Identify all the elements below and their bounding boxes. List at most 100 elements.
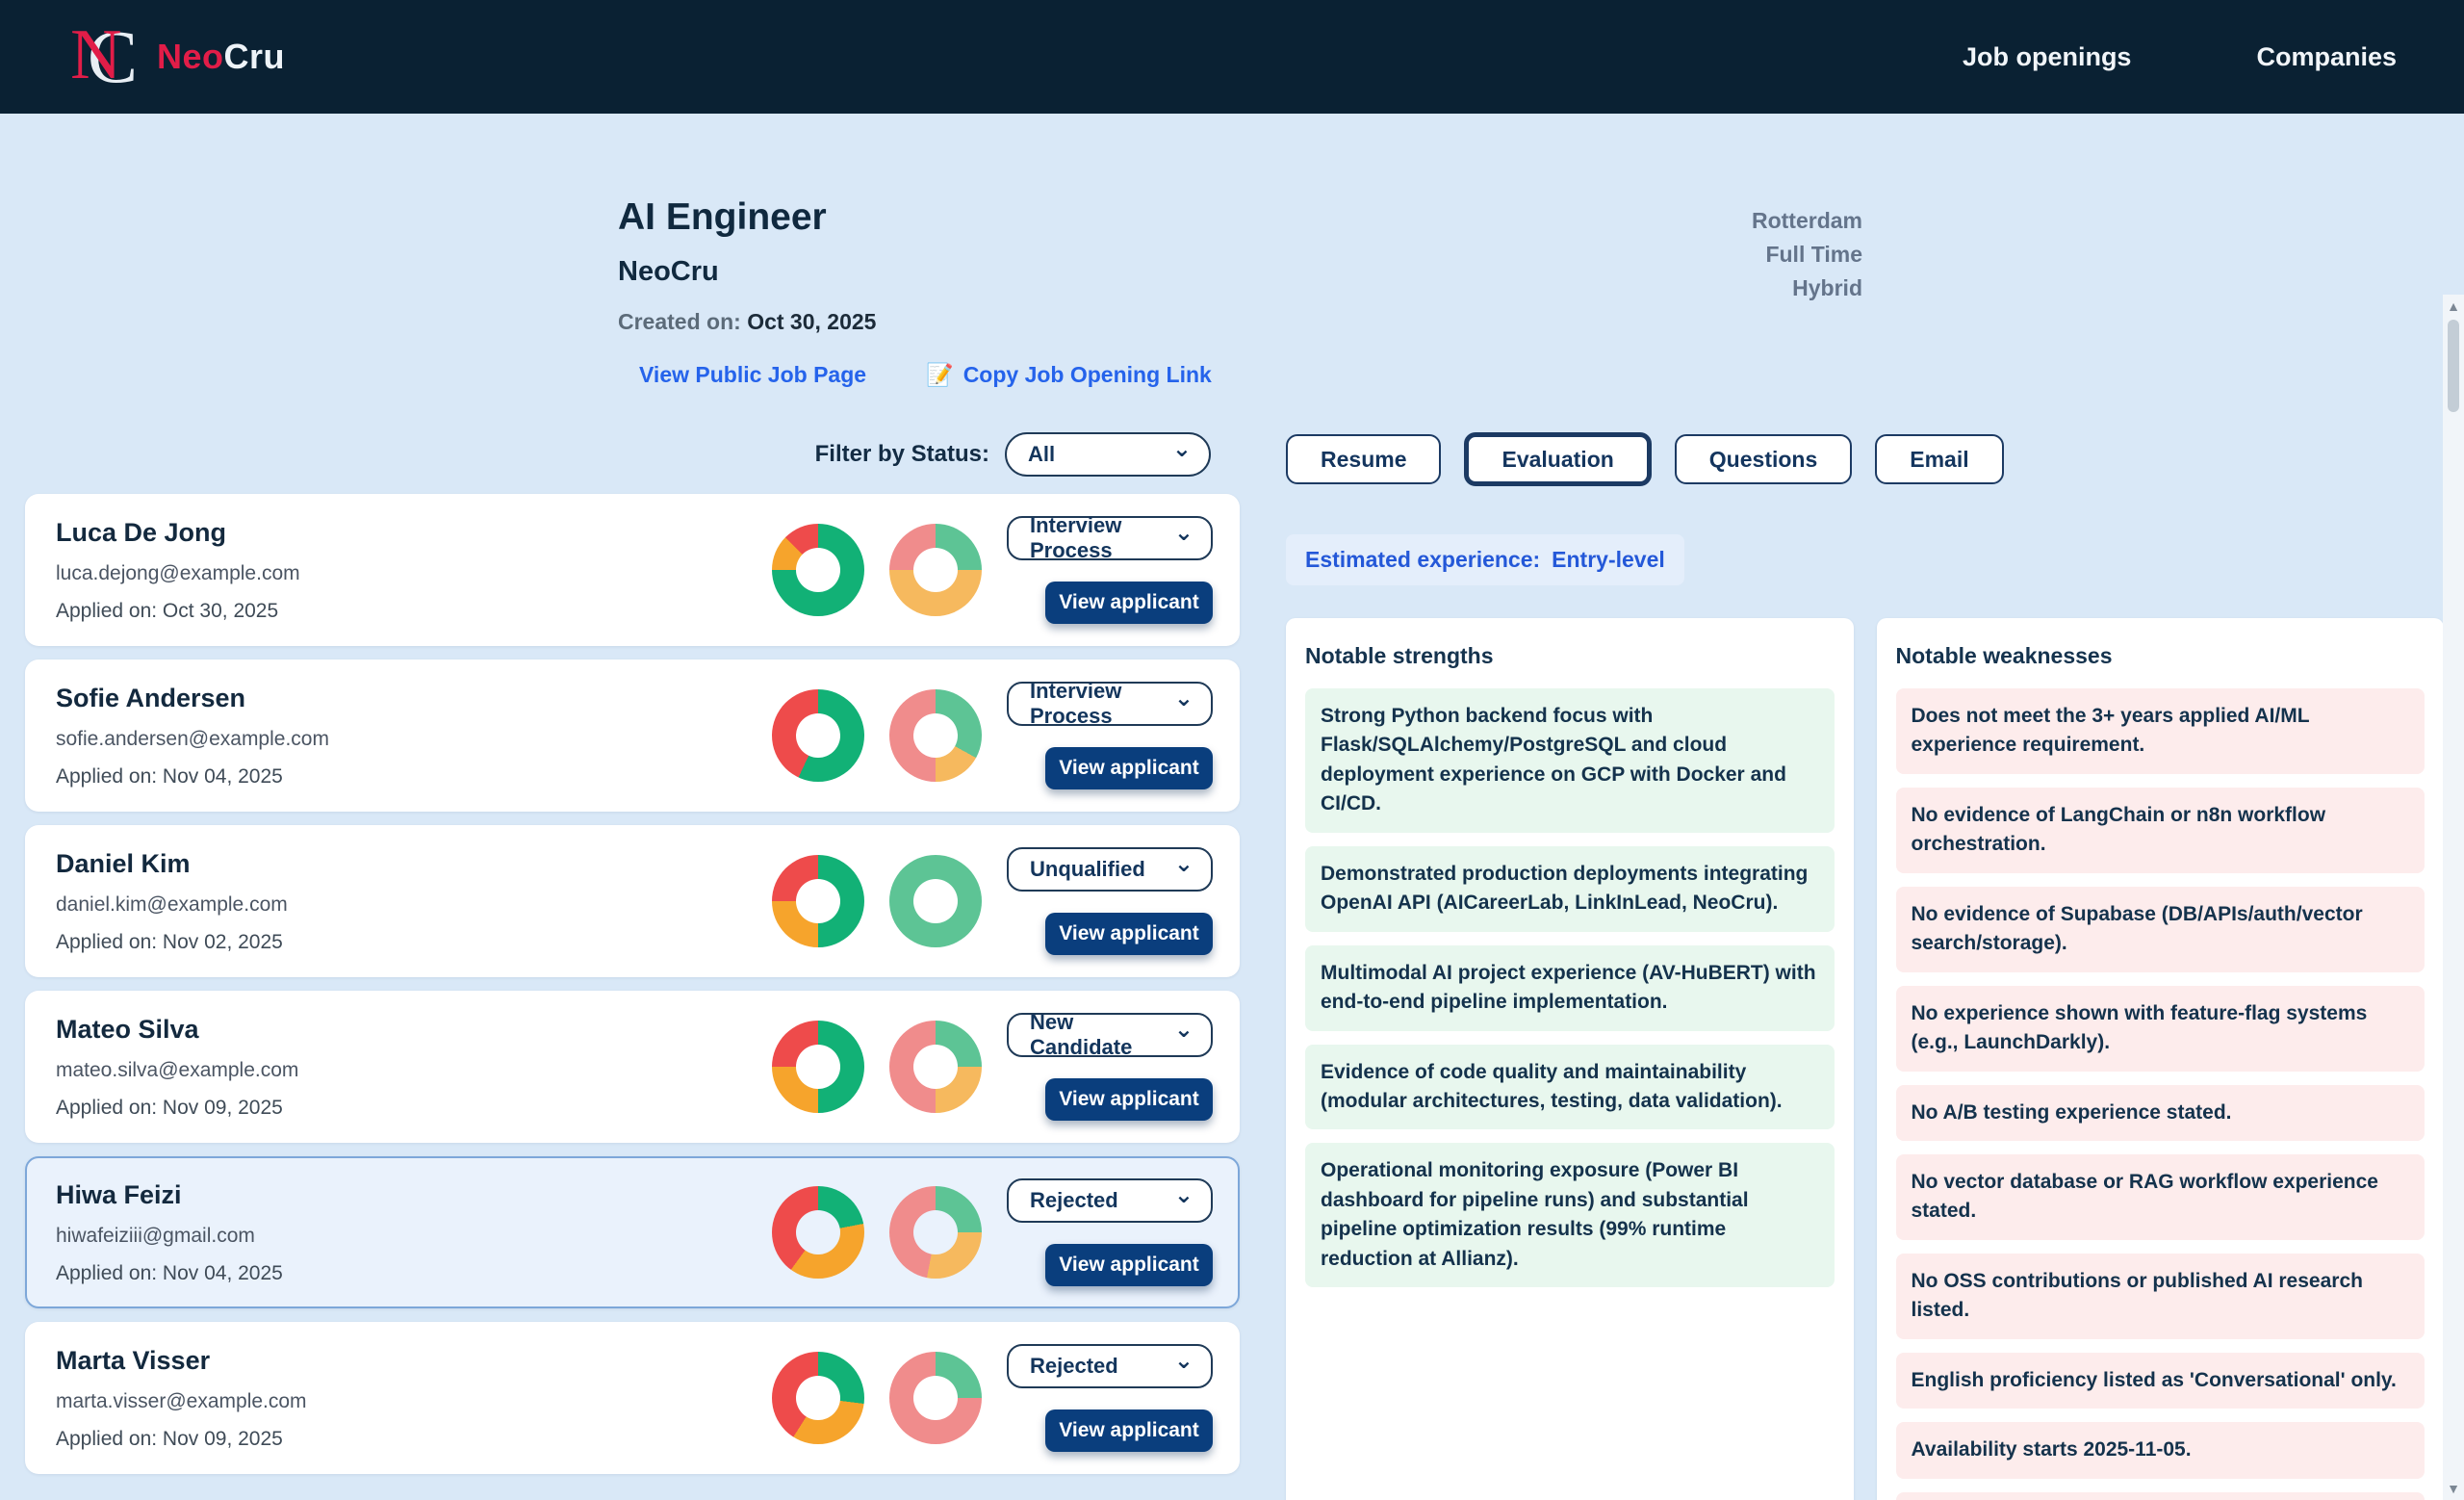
- evaluation-column: ResumeEvaluationQuestionsEmail Estimated…: [1286, 432, 2444, 1500]
- applicant-applied-date: Applied on: Oct 30, 2025: [56, 600, 772, 623]
- applicant-status-value: Unqualified: [1030, 857, 1145, 882]
- chevron-down-icon: ⌄: [1174, 1191, 1194, 1201]
- applicant-status-value: New Candidate: [1030, 1010, 1174, 1060]
- applicant-status-select[interactable]: Interview Process ⌄: [1007, 516, 1213, 560]
- applicant-status-select[interactable]: New Candidate ⌄: [1007, 1013, 1213, 1057]
- applicant-email: luca.dejong@example.com: [56, 562, 772, 585]
- applicant-status-value: Rejected: [1030, 1188, 1118, 1213]
- weakness-item: No experience shown with feature-flag sy…: [1896, 986, 2426, 1072]
- score-donut-right: [889, 855, 982, 947]
- score-donut-right: [889, 1352, 982, 1444]
- tab-email[interactable]: Email: [1875, 434, 2003, 484]
- brand-name: NeoCru: [157, 37, 285, 77]
- strength-item: Multimodal AI project experience (AV-HuB…: [1305, 945, 1835, 1031]
- brand-logo[interactable]: C N NeoCru: [72, 15, 285, 98]
- nav-job-openings[interactable]: Job openings: [1963, 42, 2132, 72]
- copy-job-opening-link[interactable]: 📝 Copy Job Opening Link: [926, 362, 1212, 388]
- strength-item: Strong Python backend focus with Flask/S…: [1305, 688, 1835, 833]
- score-donut-left: [772, 689, 864, 782]
- strengths-title: Notable strengths: [1305, 643, 1835, 669]
- score-donut-left: [772, 1186, 864, 1279]
- scroll-down-arrow[interactable]: ▼: [2443, 1477, 2464, 1500]
- strength-item: Evidence of code quality and maintainabi…: [1305, 1045, 1835, 1130]
- neocru-logo-icon: C N: [72, 15, 143, 98]
- status-filter-select[interactable]: All ⌄: [1005, 432, 1211, 477]
- score-donut-left: [772, 855, 864, 947]
- status-filter-value: All: [1028, 442, 1055, 467]
- view-applicant-button[interactable]: View applicant: [1045, 1244, 1213, 1286]
- applicant-email: hiwafeiziii@gmail.com: [56, 1225, 772, 1248]
- view-applicant-button[interactable]: View applicant: [1045, 1409, 1213, 1452]
- applicant-name: Luca De Jong: [56, 518, 772, 548]
- applicant-email: marta.visser@example.com: [56, 1390, 772, 1413]
- applicant-applied-date: Applied on: Nov 09, 2025: [56, 1428, 772, 1451]
- chevron-down-icon: ⌄: [1172, 445, 1192, 454]
- nav-companies[interactable]: Companies: [2256, 42, 2397, 72]
- applicant-list-column: Filter by Status: All ⌄ Luca De Jong luc…: [25, 432, 1240, 1487]
- view-public-job-page-link[interactable]: View Public Job Page: [639, 362, 866, 388]
- job-location: Rotterdam: [1752, 208, 1862, 234]
- chevron-down-icon: ⌄: [1174, 694, 1194, 704]
- score-donut-right: [889, 1186, 982, 1279]
- company-name: NeoCru: [618, 256, 2464, 288]
- view-applicant-button[interactable]: View applicant: [1045, 747, 1213, 789]
- tab-resume[interactable]: Resume: [1286, 434, 1441, 484]
- score-donut-right: [889, 524, 982, 616]
- applicant-card[interactable]: Hiwa Feizi hiwafeiziii@gmail.com Applied…: [25, 1156, 1240, 1308]
- applicant-applied-date: Applied on: Nov 02, 2025: [56, 931, 772, 954]
- scrollbar: ▲ ▼: [2443, 295, 2464, 1500]
- weakness-item: Does not meet the 3+ years applied AI/ML…: [1896, 688, 2426, 774]
- applicant-list: Luca De Jong luca.dejong@example.com App…: [25, 494, 1240, 1474]
- weakness-item: No evidence of LangChain or n8n workflow…: [1896, 788, 2426, 873]
- filter-label: Filter by Status:: [815, 441, 989, 468]
- applicant-status-select[interactable]: Rejected ⌄: [1007, 1178, 1213, 1223]
- applicant-name: Marta Visser: [56, 1346, 772, 1376]
- job-links: View Public Job Page 📝 Copy Job Opening …: [639, 362, 2464, 388]
- weakness-item: No evidence of Supabase (DB/APIs/auth/ve…: [1896, 887, 2426, 972]
- tab-questions[interactable]: Questions: [1675, 434, 1852, 484]
- view-applicant-button[interactable]: View applicant: [1045, 913, 1213, 955]
- view-applicant-button[interactable]: View applicant: [1045, 582, 1213, 624]
- applicant-card[interactable]: Mateo Silva mateo.silva@example.com Appl…: [25, 991, 1240, 1143]
- applicant-status-select[interactable]: Interview Process ⌄: [1007, 682, 1213, 726]
- view-applicant-button[interactable]: View applicant: [1045, 1078, 1213, 1121]
- applicant-name: Hiwa Feizi: [56, 1180, 772, 1210]
- job-header: AI Engineer NeoCru Created on: Oct 30, 2…: [618, 196, 2464, 388]
- applicant-card[interactable]: Marta Visser marta.visser@example.com Ap…: [25, 1322, 1240, 1474]
- score-donut-right: [889, 689, 982, 782]
- applicant-status-select[interactable]: Rejected ⌄: [1007, 1344, 1213, 1388]
- strength-item: Demonstrated production deployments inte…: [1305, 846, 1835, 932]
- applicant-applied-date: Applied on: Nov 09, 2025: [56, 1097, 772, 1120]
- strength-item: Operational monitoring exposure (Power B…: [1305, 1143, 1835, 1287]
- chevron-down-icon: ⌄: [1174, 860, 1194, 869]
- applicant-email: sofie.andersen@example.com: [56, 728, 772, 751]
- applicant-applied-date: Applied on: Nov 04, 2025: [56, 1262, 772, 1285]
- weaknesses-title: Notable weaknesses: [1896, 643, 2426, 669]
- chevron-down-icon: ⌄: [1174, 1025, 1194, 1035]
- applicant-card[interactable]: Daniel Kim daniel.kim@example.com Applie…: [25, 825, 1240, 977]
- job-employment-type: Full Time: [1752, 242, 1862, 268]
- weakness-item: Availability starts 2025-11-05.: [1896, 1422, 2426, 1478]
- applicant-email: mateo.silva@example.com: [56, 1059, 772, 1082]
- tab-evaluation[interactable]: Evaluation: [1464, 432, 1651, 486]
- applicant-email: daniel.kim@example.com: [56, 893, 772, 917]
- applicant-name: Mateo Silva: [56, 1015, 772, 1045]
- score-donut-left: [772, 1352, 864, 1444]
- score-donut-left: [772, 524, 864, 616]
- applicant-name: Sofie Andersen: [56, 684, 772, 713]
- page-title: AI Engineer: [618, 196, 2464, 239]
- job-work-mode: Hybrid: [1752, 275, 1862, 301]
- applicant-status-select[interactable]: Unqualified ⌄: [1007, 847, 1213, 892]
- weakness-item: Cover letter content is minimal ('g').: [1896, 1492, 2426, 1500]
- scroll-up-arrow[interactable]: ▲: [2443, 295, 2464, 318]
- notable-strengths-panel: Notable strengths Strong Python backend …: [1286, 618, 1854, 1500]
- weakness-item: No OSS contributions or published AI res…: [1896, 1254, 2426, 1339]
- scrollbar-thumb[interactable]: [2448, 320, 2459, 412]
- applicant-applied-date: Applied on: Nov 04, 2025: [56, 765, 772, 789]
- applicant-card[interactable]: Sofie Andersen sofie.andersen@example.co…: [25, 659, 1240, 812]
- filter-row: Filter by Status: All ⌄: [25, 432, 1240, 477]
- applicant-card[interactable]: Luca De Jong luca.dejong@example.com App…: [25, 494, 1240, 646]
- weakness-item: No A/B testing experience stated.: [1896, 1085, 2426, 1141]
- applicant-status-value: Interview Process: [1030, 679, 1174, 729]
- score-donut-right: [889, 1021, 982, 1113]
